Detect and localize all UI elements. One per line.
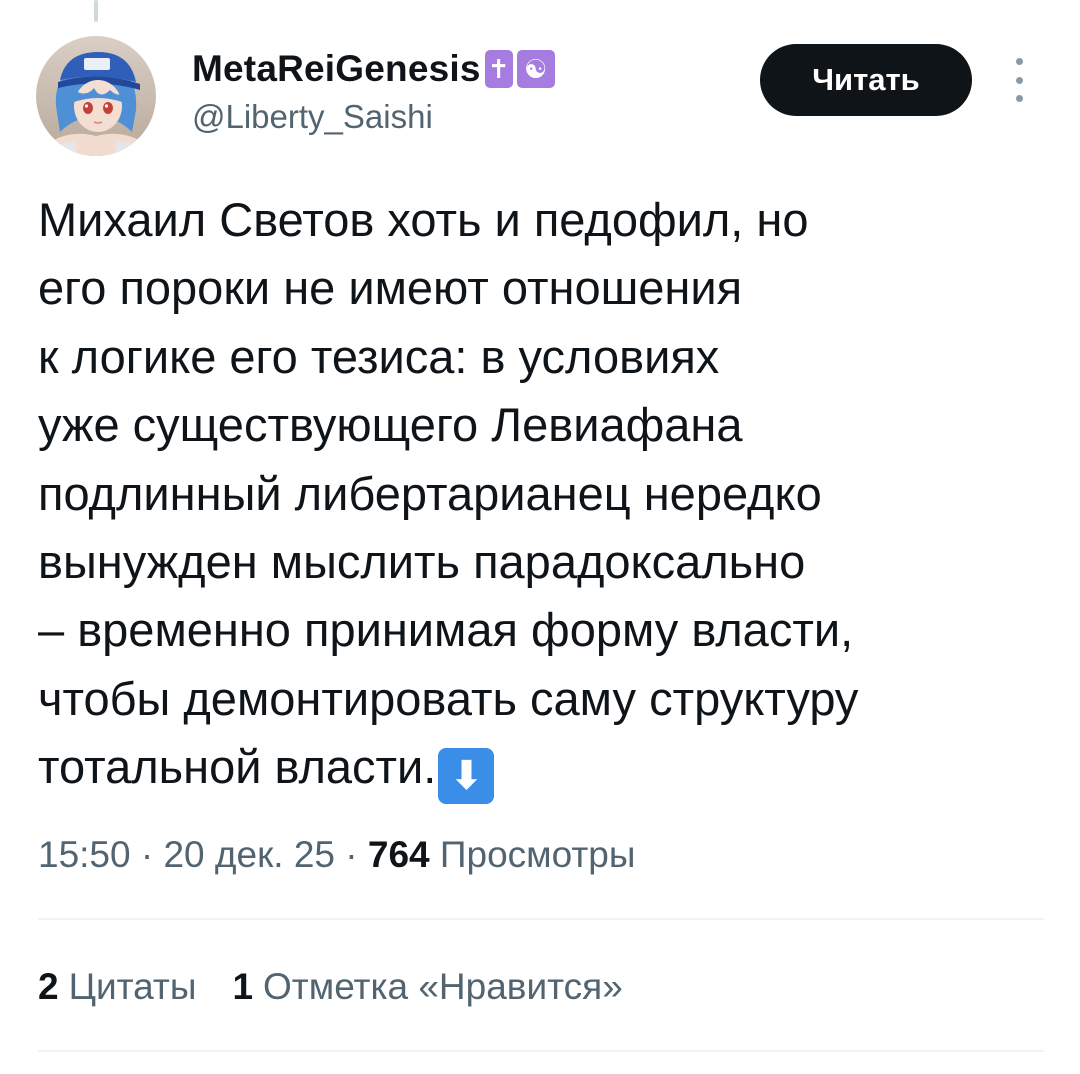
author-display-name[interactable]: MetaReiGenesis [192,48,481,90]
quotes-label: Цитаты [68,966,197,1007]
latin-cross-icon: ✝ [484,50,513,88]
author-name-row[interactable]: MetaReiGenesis ✝ ☯ [192,44,555,94]
author-handle[interactable]: @Liberty_Saishi [192,98,433,136]
tweet-text-line: его пороки не имеют отношения [38,261,743,315]
tweet-text-line: – временно принимая форму власти, [38,603,854,657]
tweet-text-line: Михаил Светов хоть и педофил, но [38,193,809,246]
tweet-text-last-line: тотальной власти. ⬇ [38,733,1048,805]
divider [38,1050,1044,1052]
tweet-text-line: к логике его тезиса: в условиях [38,329,720,383]
dot-icon [1015,58,1023,65]
tweet-text-line: тотальной власти. [38,740,437,794]
tweet-text-line: уже существующего Левиафана [38,398,743,452]
follow-button[interactable]: Читать [760,44,972,116]
dot-icon [1015,95,1023,102]
views-count: 764 [367,834,430,875]
tweet-text-line: подлинный либертарианец нередко [38,466,822,520]
quotes-count: 2 [38,966,59,1007]
engagement-stats: 2 Цитаты 1 Отметка «Нравится» [38,966,623,1008]
divider [38,918,1044,920]
meta-separator: · [130,834,164,875]
likes-label: Отметка «Нравится» [263,966,623,1007]
tweet-time[interactable]: 15:50 [38,834,131,875]
avatar[interactable] [36,36,156,156]
tweet-text: Михаил Светов хоть и педофил, но его пор… [38,186,1048,805]
dot-icon [1015,76,1023,84]
meta-separator: · [335,834,368,875]
more-options-icon[interactable] [1008,58,1030,102]
likes-count: 1 [232,966,254,1007]
yin-yang-icon: ☯ [516,50,555,88]
tweet-date[interactable]: 20 дек. 25 [163,834,335,875]
views-label: Просмотры [439,834,636,875]
avatar-image [36,36,156,156]
quotes-stat[interactable]: 2 Цитаты [38,966,196,1008]
down-arrow-icon: ⬇ [438,748,495,805]
tweet-meta-row: 15:50 · 20 дек. 25 · 764 Просмотры [38,834,635,876]
tweet-text-line: вынужден мыслить парадоксально [38,535,806,589]
likes-stat[interactable]: 1 Отметка «Нравится» [232,966,622,1008]
thread-connector-line [94,0,98,22]
tweet-text-line: чтобы демонтировать саму структуру [38,671,859,725]
